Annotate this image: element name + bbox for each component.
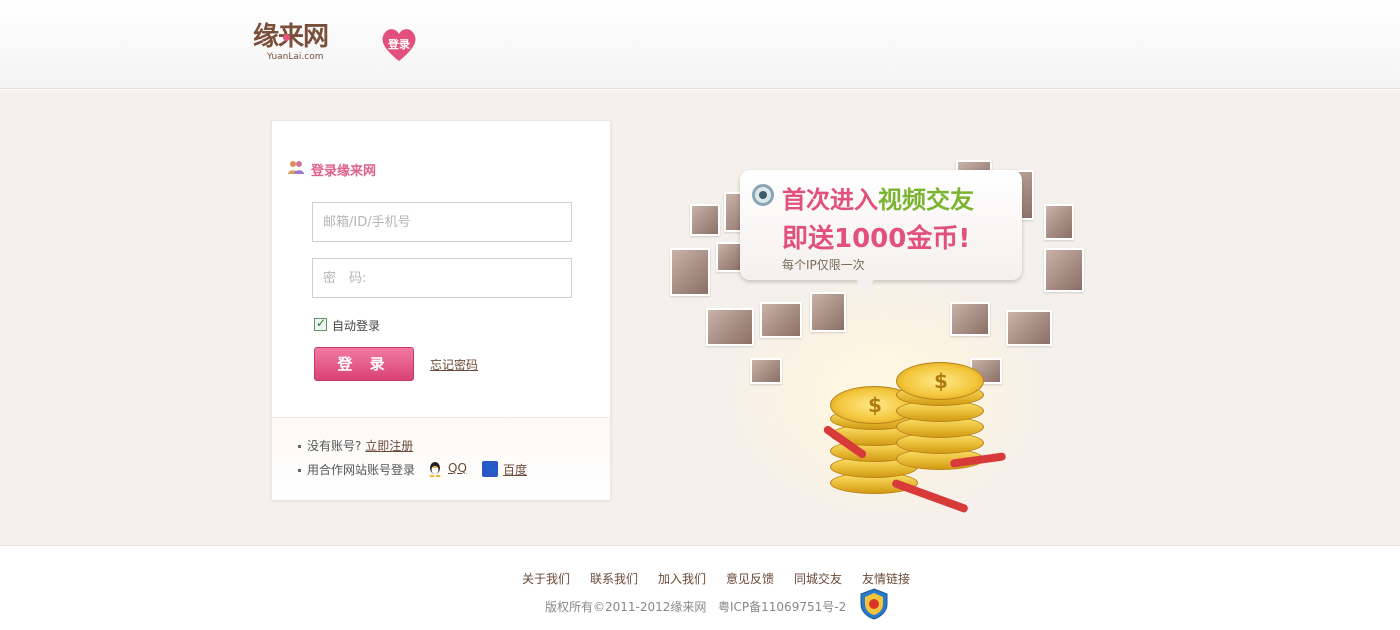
footer-link-friend-links[interactable]: 友情链接 <box>862 572 910 586</box>
member-photo <box>760 302 802 338</box>
heart-badge-label: 登录 <box>388 38 410 51</box>
qq-penguin-icon[interactable] <box>427 461 443 477</box>
site-logo[interactable]: 缘来网 YuanLai.com <box>253 22 347 64</box>
partner-login-text: 用合作网站账号登录 <box>307 463 416 477</box>
main-area: 登录缘来网 ✓ 自动登录 登 录 忘记密码 没有账号? 立即注册 用合作网站账号… <box>0 90 1400 545</box>
footer-link-join[interactable]: 加入我们 <box>658 572 706 586</box>
logo-domain: YuanLai.com <box>267 52 324 62</box>
forgot-password-link[interactable]: 忘记密码 <box>430 356 478 373</box>
coin-top: $ <box>896 362 984 400</box>
auto-login-label[interactable]: 自动登录 <box>332 317 380 334</box>
login-button[interactable]: 登 录 <box>314 347 414 381</box>
footer-link-about[interactable]: 关于我们 <box>522 572 570 586</box>
speech-bubble-tail <box>855 277 875 297</box>
register-link[interactable]: 立即注册 <box>365 439 413 453</box>
promo-offer: 即送1000金币! <box>782 224 971 254</box>
bullet <box>298 445 301 448</box>
member-photo <box>1006 310 1052 346</box>
promo-limit-note: 每个IP仅限一次 <box>782 258 865 272</box>
ribbon <box>891 478 969 514</box>
logo-heart-dot <box>283 34 290 41</box>
password-input[interactable] <box>312 258 572 298</box>
site-footer: 关于我们 联系我们 加入我们 意见反馈 同城交友 友情链接 版权所有©2011-2012缘… <box>0 545 1400 630</box>
username-input[interactable] <box>312 202 572 242</box>
member-photo <box>690 204 720 236</box>
baidu-login-link[interactable]: 百度 <box>503 461 527 478</box>
panel-bottom <box>272 418 610 500</box>
icp-license[interactable]: 粤ICP备11069751号-2 <box>718 598 846 615</box>
promo-banner[interactable]: 首次进入视频交友 即送1000金币! 每个IP仅限一次 $ $ <box>660 152 1100 522</box>
footer-link-feedback[interactable]: 意见反馈 <box>726 572 774 586</box>
users-icon <box>288 161 304 174</box>
gold-coins-illustration: $ $ <box>822 352 1007 514</box>
member-photo <box>750 358 782 384</box>
security-shield-icon[interactable] <box>860 588 888 620</box>
baidu-paw-icon[interactable]: 🐾 <box>482 461 498 477</box>
site-header: 缘来网 YuanLai.com 登录 <box>0 0 1400 89</box>
webcam-icon <box>752 184 774 206</box>
member-photo <box>670 248 710 296</box>
login-heart-badge: 登录 <box>380 27 418 63</box>
register-row: 没有账号? 立即注册 <box>298 437 413 454</box>
checkmark-icon: ✓ <box>316 316 327 330</box>
copyright-text: 版权所有©2011-2012缘来网 <box>545 600 707 614</box>
member-photo <box>950 302 990 336</box>
footer-links: 关于我们 联系我们 加入我们 意见反馈 同城交友 友情链接 <box>0 570 1400 587</box>
member-photo <box>716 242 742 272</box>
partner-login-row: 用合作网站账号登录 <box>298 461 415 478</box>
promo-headline: 首次进入视频交友 <box>782 186 974 214</box>
footer-link-contact[interactable]: 联系我们 <box>590 572 638 586</box>
bullet <box>298 469 301 472</box>
promo-speech-bubble: 首次进入视频交友 即送1000金币! 每个IP仅限一次 <box>740 170 1022 280</box>
member-photo <box>706 308 754 346</box>
footer-link-local-dating[interactable]: 同城交友 <box>794 572 842 586</box>
login-panel: 登录缘来网 ✓ 自动登录 登 录 忘记密码 没有账号? 立即注册 用合作网站账号… <box>271 120 611 500</box>
member-photo <box>1044 204 1074 240</box>
logo-text: 缘来网 <box>253 22 329 52</box>
member-photo <box>1044 248 1084 292</box>
qq-login-link[interactable]: QQ <box>448 461 467 475</box>
login-title: 登录缘来网 <box>311 164 377 179</box>
member-photo <box>810 292 846 332</box>
no-account-text: 没有账号? <box>307 439 362 453</box>
auto-login-checkbox[interactable]: ✓ <box>314 316 327 331</box>
